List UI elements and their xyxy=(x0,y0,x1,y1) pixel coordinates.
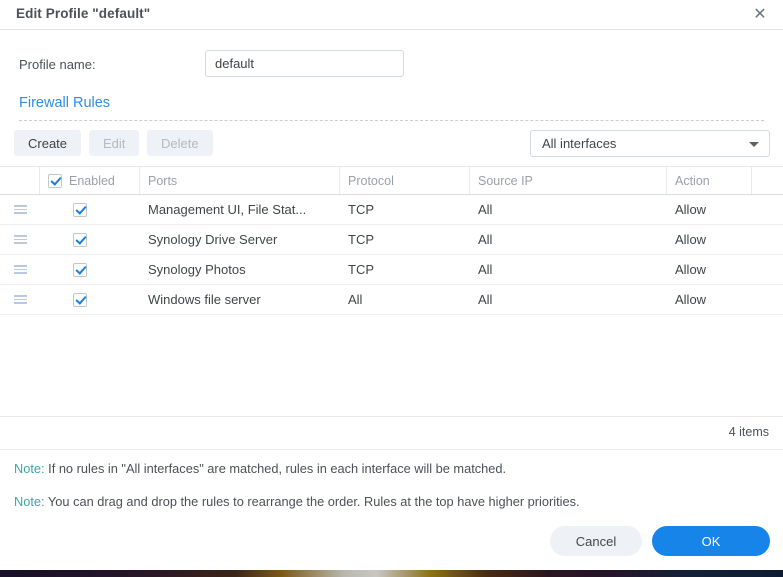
column-header-source-ip[interactable]: Source IP xyxy=(470,167,667,194)
desktop-wallpaper-strip xyxy=(0,570,783,577)
drag-handle-cell[interactable] xyxy=(0,225,40,254)
note-drag-drop: Note: You can drag and drop the rules to… xyxy=(14,494,580,509)
dialog-title: Edit Profile "default" xyxy=(16,6,151,21)
note-interfaces: Note: If no rules in "All interfaces" ar… xyxy=(14,461,506,476)
row-action-cell: Allow xyxy=(675,292,707,307)
table-row[interactable]: Windows file server All All Allow xyxy=(0,285,783,315)
note-text: If no rules in "All interfaces" are matc… xyxy=(44,461,507,476)
note-label: Note: xyxy=(14,494,45,509)
row-enabled-checkbox[interactable] xyxy=(73,202,87,217)
row-tail-cell xyxy=(752,255,783,284)
column-header-enabled-label: Enabled xyxy=(69,173,115,188)
close-icon[interactable]: ✕ xyxy=(747,3,773,27)
row-source-ip-cell: All xyxy=(478,202,493,217)
edit-profile-dialog: Edit Profile "default" ✕ Profile name: F… xyxy=(0,0,783,570)
row-tail-cell xyxy=(752,285,783,314)
interface-filter-select[interactable]: All interfaces xyxy=(530,130,770,157)
drag-handle-cell[interactable] xyxy=(0,285,40,314)
note-text: You can drag and drop the rules to rearr… xyxy=(44,494,580,509)
note-label: Note: xyxy=(14,461,45,476)
profile-name-row: Profile name: xyxy=(0,29,783,89)
row-protocol-cell: TCP xyxy=(348,232,374,247)
profile-name-input[interactable] xyxy=(205,50,404,77)
row-ports-cell: Management UI, File Stat... xyxy=(148,202,307,217)
drag-handle-icon[interactable] xyxy=(13,235,27,244)
firewall-rules-grid: Enabled Ports Protocol Source IP Action xyxy=(0,166,783,315)
create-button[interactable]: Create xyxy=(14,130,82,156)
row-enabled-checkbox[interactable] xyxy=(73,232,87,247)
table-row[interactable]: Synology Drive Server TCP All Allow xyxy=(0,225,783,255)
row-source-ip-cell: All xyxy=(478,232,493,247)
row-ports-cell: Synology Drive Server xyxy=(148,232,278,247)
row-source-ip-cell: All xyxy=(478,262,493,277)
column-header-enabled[interactable]: Enabled xyxy=(40,167,140,194)
row-tail-cell xyxy=(752,195,783,224)
interface-filter-value: All interfaces xyxy=(542,136,617,151)
row-action-cell: Allow xyxy=(675,262,707,277)
section-divider xyxy=(19,120,764,121)
firewall-rules-heading: Firewall Rules xyxy=(19,95,111,111)
drag-handle-cell[interactable] xyxy=(0,195,40,224)
row-ports-cell: Windows file server xyxy=(148,292,261,307)
items-count: 4 items xyxy=(728,425,769,439)
row-tail-cell xyxy=(752,225,783,254)
delete-button[interactable]: Delete xyxy=(147,130,213,156)
row-enabled-cell[interactable] xyxy=(40,255,140,284)
column-header-handle xyxy=(0,167,40,194)
row-source-ip-cell: All xyxy=(478,292,493,307)
column-header-ports[interactable]: Ports xyxy=(140,167,340,194)
row-enabled-cell[interactable] xyxy=(40,225,140,254)
row-ports-cell: Synology Photos xyxy=(148,262,246,277)
row-protocol-cell: TCP xyxy=(348,202,374,217)
select-all-checkbox[interactable] xyxy=(48,173,62,188)
drag-handle-cell[interactable] xyxy=(0,255,40,284)
drag-handle-icon[interactable] xyxy=(13,265,27,274)
table-row[interactable]: Synology Photos TCP All Allow xyxy=(0,255,783,285)
ok-button[interactable]: OK xyxy=(652,526,770,556)
row-protocol-cell: All xyxy=(348,292,363,307)
grid-header-row: Enabled Ports Protocol Source IP Action xyxy=(0,166,783,195)
column-header-tail xyxy=(752,167,783,194)
row-enabled-checkbox[interactable] xyxy=(73,262,87,277)
table-row[interactable]: Management UI, File Stat... TCP All Allo… xyxy=(0,195,783,225)
cancel-button[interactable]: Cancel xyxy=(550,526,642,556)
profile-name-label: Profile name: xyxy=(19,57,96,72)
row-protocol-cell: TCP xyxy=(348,262,374,277)
rules-toolbar: Create Edit Delete All interfaces xyxy=(0,130,783,162)
column-header-action[interactable]: Action xyxy=(667,167,752,194)
row-enabled-cell[interactable] xyxy=(40,285,140,314)
row-action-cell: Allow xyxy=(675,202,707,217)
column-header-protocol[interactable]: Protocol xyxy=(340,167,470,194)
row-enabled-cell[interactable] xyxy=(40,195,140,224)
dialog-titlebar: Edit Profile "default" ✕ xyxy=(0,0,783,30)
row-action-cell: Allow xyxy=(675,232,707,247)
row-enabled-checkbox[interactable] xyxy=(73,292,87,307)
grid-footer: 4 items xyxy=(0,416,783,450)
dialog-action-bar: Cancel OK xyxy=(0,512,783,570)
drag-handle-icon[interactable] xyxy=(13,205,27,214)
edit-button[interactable]: Edit xyxy=(89,130,140,156)
drag-handle-icon[interactable] xyxy=(13,295,27,304)
chevron-down-icon xyxy=(749,142,759,147)
